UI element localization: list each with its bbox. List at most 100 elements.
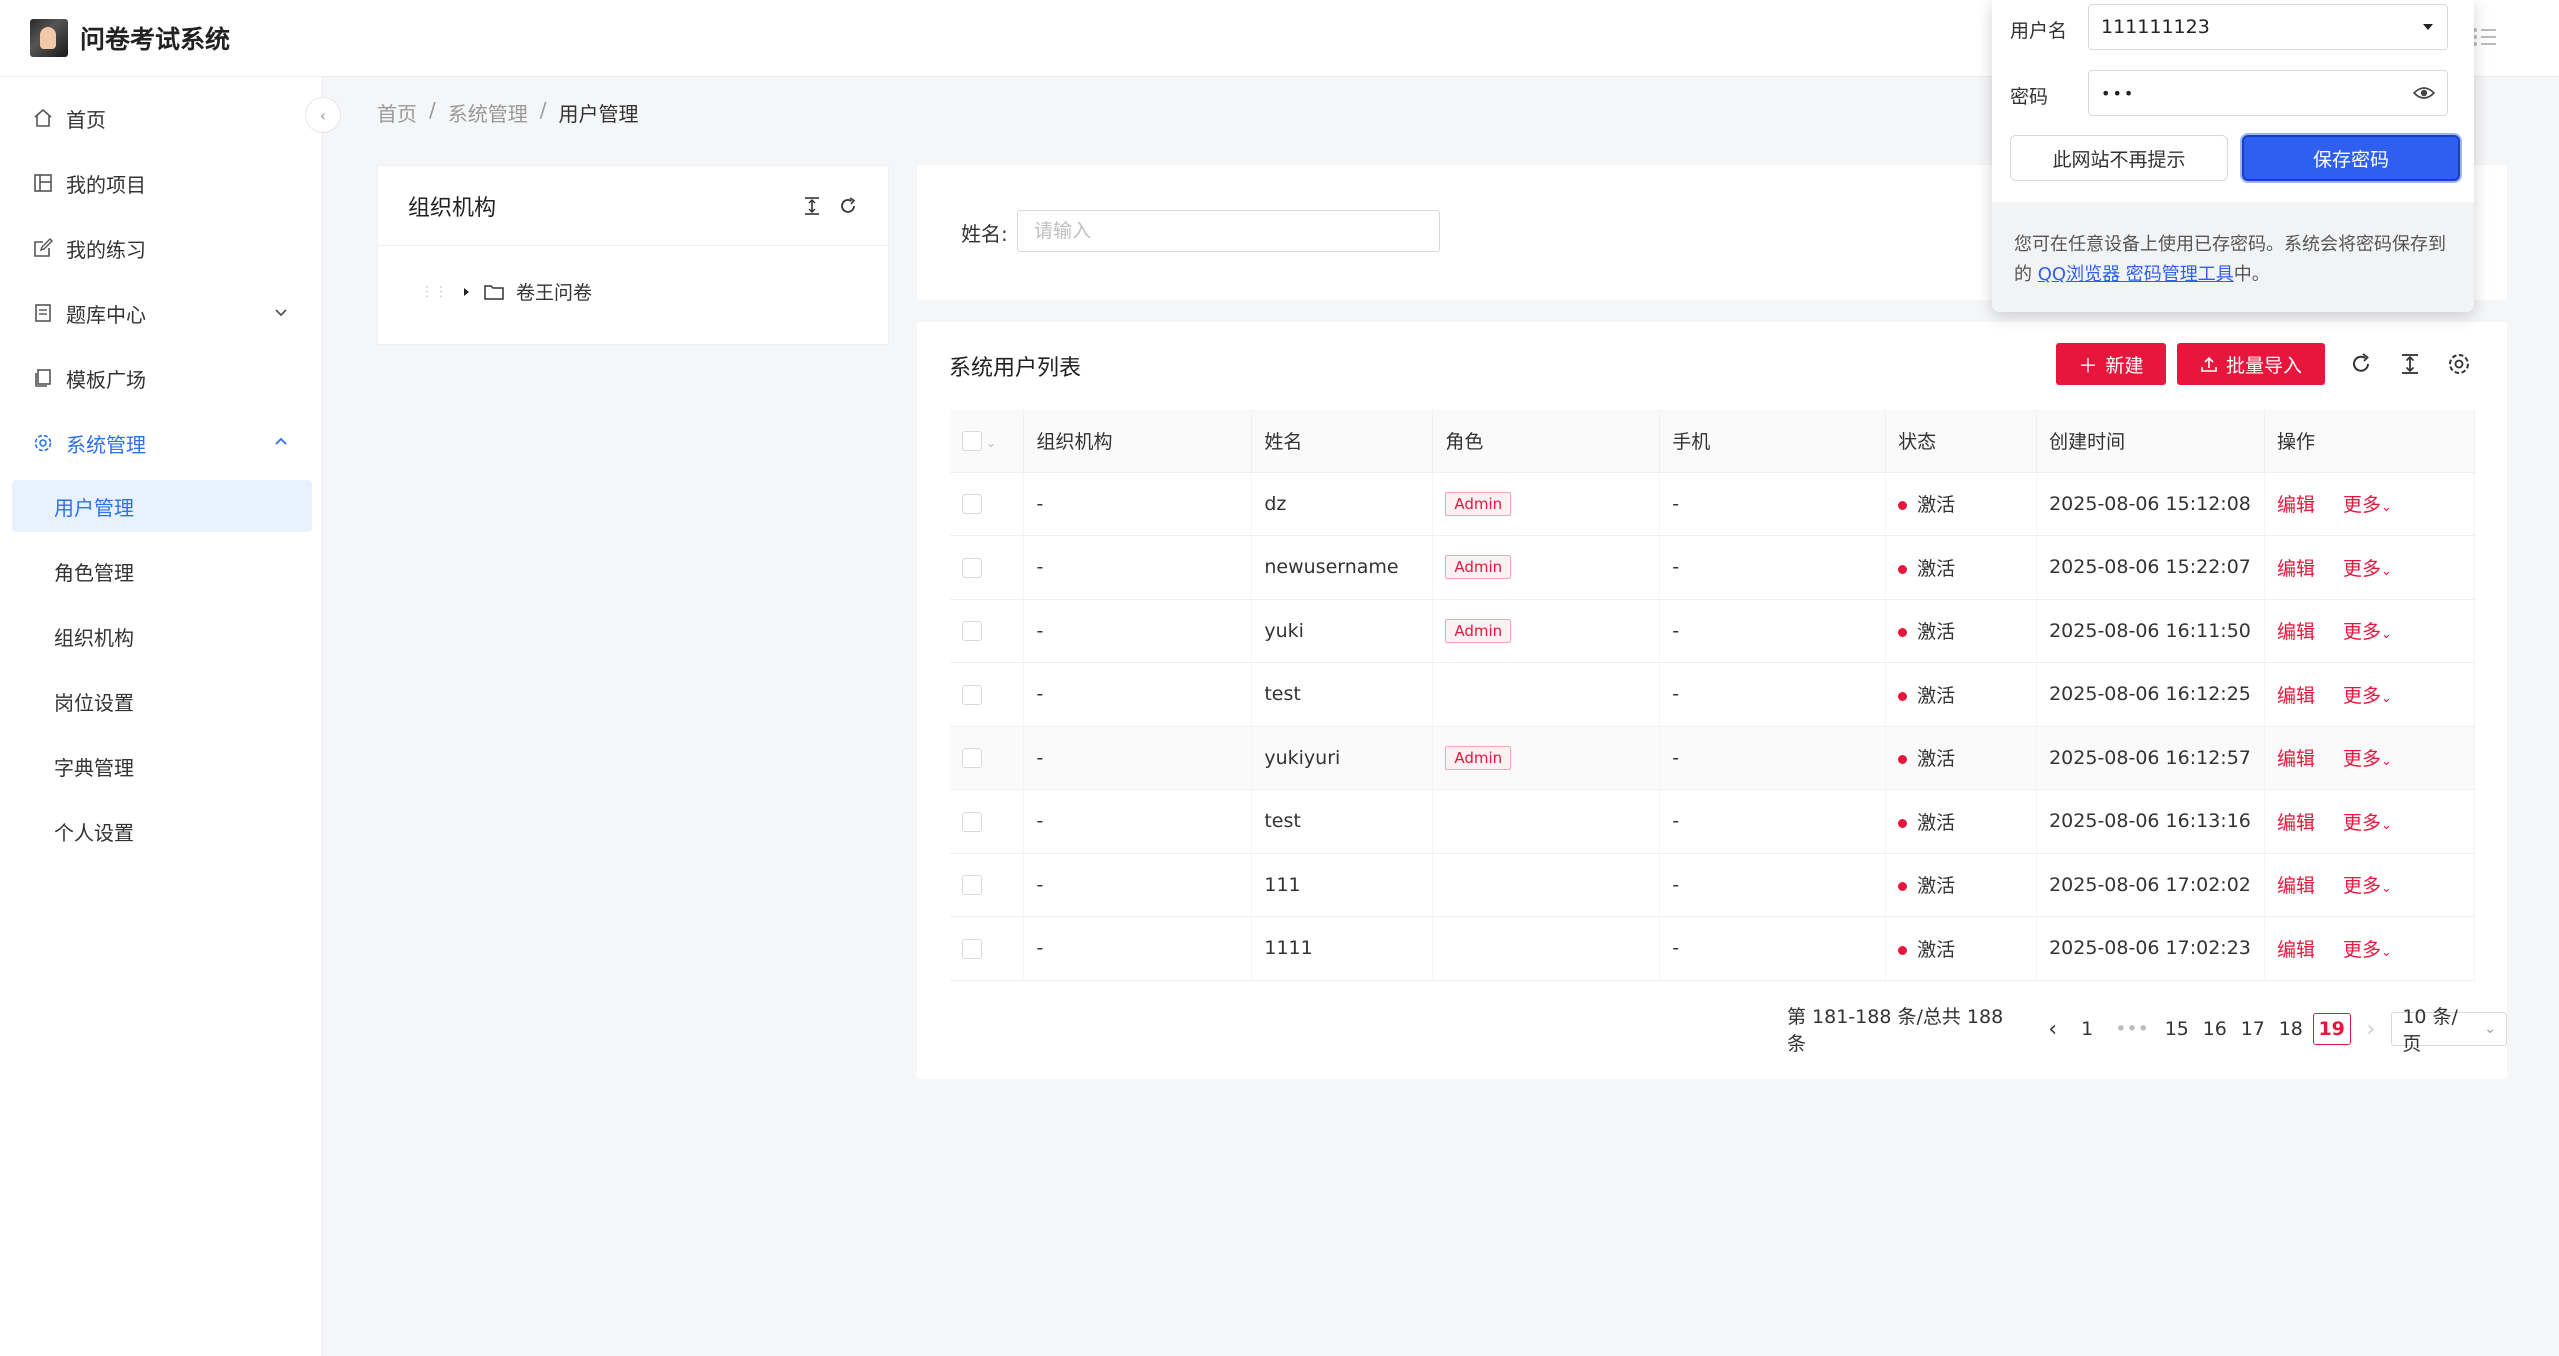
cell-created: 2025-08-06 16:13:16 [2036,789,2266,854]
save-password-button[interactable]: 保存密码 [2242,135,2460,181]
sidebar-collapse-button[interactable]: ‹ [305,97,341,133]
sidebar-sub-profile[interactable]: 个人设置 [12,805,312,857]
prev-page-button[interactable]: ‹ [2048,1017,2057,1042]
column-height-icon[interactable] [2397,351,2423,377]
select-all-cell[interactable]: ⌄ [950,410,1025,473]
column-header: 操作 [2264,410,2475,473]
sidebar-sub-org[interactable]: 组织机构 [12,610,312,662]
cell-created: 2025-08-06 17:02:23 [2036,916,2266,981]
row-checkbox[interactable] [962,494,982,515]
more-dropdown[interactable]: 更多⌄ [2343,685,2392,707]
edit-link[interactable]: 编辑 [2277,812,2315,834]
edit-link[interactable]: 编辑 [2277,685,2315,707]
row-select-cell[interactable] [950,726,1025,790]
row-select-cell[interactable] [950,599,1025,663]
edit-link[interactable]: 编辑 [2277,939,2315,961]
reload-icon[interactable] [838,196,858,216]
popup-password-field[interactable]: ••• [2088,70,2448,116]
page-number[interactable]: 18 [2275,1018,2307,1040]
edit-link[interactable]: 编辑 [2277,558,2315,580]
page-number[interactable]: 15 [2161,1018,2193,1040]
column-height-icon[interactable] [802,196,822,216]
page-size-select[interactable]: 10 条/页 ⌄ [2391,1006,2507,1055]
sidebar-item-templates[interactable]: 模板广场 [12,352,312,404]
row-select-cell[interactable] [950,535,1025,600]
cell-actions: 编辑 更多⌄ [2264,789,2475,854]
more-dropdown[interactable]: 更多⌄ [2343,558,2392,580]
sidebar-item-system[interactable]: 系统管理 [12,417,312,469]
sidebar-sub-dictionary[interactable]: 字典管理 [12,740,312,792]
page-number[interactable]: 16 [2199,1018,2231,1040]
caret-right-icon[interactable] [460,286,472,298]
sidebar-item-practice[interactable]: 我的练习 [12,222,312,274]
next-page-button[interactable]: › [2367,1017,2376,1042]
edit-link[interactable]: 编辑 [2277,494,2315,516]
sidebar-sub-positions[interactable]: 岗位设置 [12,675,312,727]
sidebar-item-home[interactable]: 首页 [12,92,312,144]
sidebar-item-label: 系统管理 [66,432,146,457]
page-number-current[interactable]: 19 [2312,1013,2351,1045]
app-logo[interactable] [30,19,68,57]
row-select-cell[interactable] [950,662,1025,727]
sidebar-item-projects[interactable]: 我的项目 [12,157,312,209]
sidebar-item-label: 我的项目 [66,172,146,197]
row-select-cell[interactable] [950,853,1025,917]
never-save-button[interactable]: 此网站不再提示 [2010,135,2228,181]
popup-username-field[interactable]: 111111123 [2088,4,2448,50]
row-select-cell[interactable] [950,789,1025,854]
breadcrumb-home[interactable]: 首页 [377,98,417,127]
chevron-down-icon[interactable]: ⌄ [986,436,996,450]
more-dropdown[interactable]: 更多⌄ [2343,494,2392,516]
menu-list-icon[interactable] [2472,24,2498,50]
row-select-cell[interactable] [950,916,1025,981]
search-name-input[interactable] [1017,210,1440,252]
chevron-down-icon: ⌄ [2381,754,2392,770]
select-all-checkbox[interactable] [962,431,982,452]
project-icon [32,172,54,194]
edit-link[interactable]: 编辑 [2277,875,2315,897]
row-checkbox[interactable] [962,811,982,832]
sidebar-sub-users[interactable]: 用户管理 [12,480,312,532]
sidebar-item-question-bank[interactable]: 题库中心 [12,287,312,339]
caret-down-icon[interactable] [2421,22,2435,32]
more-dropdown[interactable]: 更多⌄ [2343,812,2392,834]
row-checkbox[interactable] [962,621,982,642]
cell-actions: 编辑 更多⌄ [2264,726,2475,790]
sidebar-sub-roles[interactable]: 角色管理 [12,545,312,597]
row-checkbox[interactable] [962,748,982,769]
row-checkbox[interactable] [962,875,982,896]
page-number[interactable]: 17 [2237,1018,2269,1040]
more-dropdown[interactable]: 更多⌄ [2343,621,2392,643]
password-manager-link[interactable]: QQ浏览器 密码管理工具 [2038,264,2234,285]
cell-phone: - [1659,599,1887,663]
row-select-cell[interactable] [950,472,1025,536]
ellipsis-icon[interactable]: ••• [2115,1018,2149,1040]
batch-import-button[interactable]: 批量导入 [2177,343,2325,385]
row-checkbox[interactable] [962,938,982,959]
row-checkbox[interactable] [962,684,982,705]
more-dropdown[interactable]: 更多⌄ [2343,939,2392,961]
org-tree-node[interactable]: ⋮⋮ 卷王问卷 [420,278,592,305]
pagination: 第 181-188 条/总共 188 条 ‹ 1 ••• 15 16 17 18… [1787,1002,2507,1056]
drag-handle-icon[interactable]: ⋮⋮ [420,284,448,300]
reload-icon[interactable] [2348,351,2374,377]
chevron-down-icon: ⌄ [2381,944,2392,960]
cell-actions: 编辑 更多⌄ [2264,599,2475,663]
book-icon [32,302,54,324]
eye-icon[interactable] [2413,85,2435,101]
more-dropdown[interactable]: 更多⌄ [2343,748,2392,770]
row-checkbox[interactable] [962,557,982,578]
status-dot [1898,818,1908,828]
status-text: 激活 [1917,684,1956,707]
column-header: 姓名 [1251,410,1434,473]
save-password-popup: 用户名 111111123 密码 ••• 此网站不再提示 保存密码 您可在任意设… [1992,0,2474,312]
status-text: 激活 [1917,621,1956,644]
edit-link[interactable]: 编辑 [2277,748,2315,770]
settings-icon[interactable] [2446,351,2472,377]
breadcrumb-parent[interactable]: 系统管理 [448,98,528,127]
page-number[interactable]: 1 [2071,1018,2103,1040]
new-user-button[interactable]: ＋ 新建 [2056,343,2166,385]
role-badge: Admin [1445,491,1512,516]
more-dropdown[interactable]: 更多⌄ [2343,875,2392,897]
edit-link[interactable]: 编辑 [2277,621,2315,643]
